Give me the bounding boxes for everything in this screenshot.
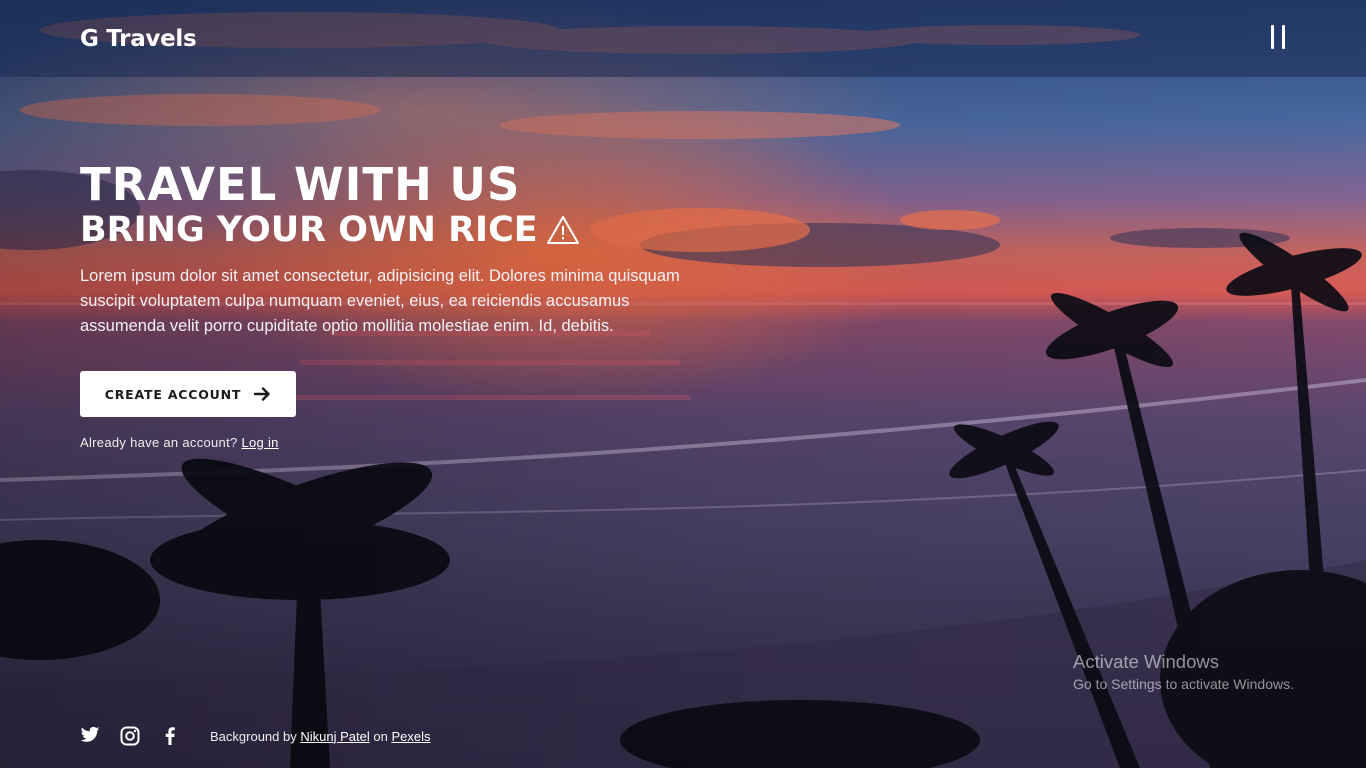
create-account-button[interactable]: CREATE ACCOUNT xyxy=(80,371,296,417)
photo-credit: Background by Nikunj Patel on Pexels xyxy=(210,729,430,744)
instagram-icon[interactable] xyxy=(120,726,140,746)
credit-middle: on xyxy=(373,728,388,744)
credit-prefix: Background by xyxy=(210,728,297,744)
menu-bars-icon xyxy=(1271,24,1274,49)
warning-triangle-icon xyxy=(546,214,580,246)
hero-section: TRAVEL WITH US BRING YOUR OWN RICE Lorem… xyxy=(80,160,700,450)
hero-subtitle-row: BRING YOUR OWN RICE xyxy=(80,210,700,250)
facebook-icon[interactable] xyxy=(160,726,180,746)
hero-description: Lorem ipsum dolor sit amet consectetur, … xyxy=(80,267,680,335)
hero-subtitle: BRING YOUR OWN RICE xyxy=(80,210,538,250)
menu-toggle-button[interactable] xyxy=(1264,24,1292,53)
windows-activation-watermark: Activate Windows Go to Settings to activ… xyxy=(1073,651,1294,695)
credit-source-link[interactable]: Pexels xyxy=(391,729,430,744)
twitter-icon[interactable] xyxy=(80,726,100,746)
login-prompt-row: Already have an account? Log in xyxy=(80,435,700,450)
social-links xyxy=(80,726,180,746)
watermark-subtitle: Go to Settings to activate Windows. xyxy=(1073,676,1294,692)
create-account-label: CREATE ACCOUNT xyxy=(104,386,242,402)
login-link[interactable]: Log in xyxy=(241,435,278,450)
login-prompt-text: Already have an account? xyxy=(80,435,238,450)
brand-logo[interactable]: G Travels xyxy=(80,26,197,52)
watermark-title: Activate Windows xyxy=(1073,651,1219,672)
credit-author-link[interactable]: Nikunj Patel xyxy=(300,729,369,744)
footer: Background by Nikunj Patel on Pexels xyxy=(80,724,430,748)
menu-bars-icon xyxy=(1282,24,1285,49)
arrow-right-icon xyxy=(253,385,271,403)
top-navbar: G Travels xyxy=(0,0,1366,77)
hero-title: TRAVEL WITH US xyxy=(80,158,521,211)
